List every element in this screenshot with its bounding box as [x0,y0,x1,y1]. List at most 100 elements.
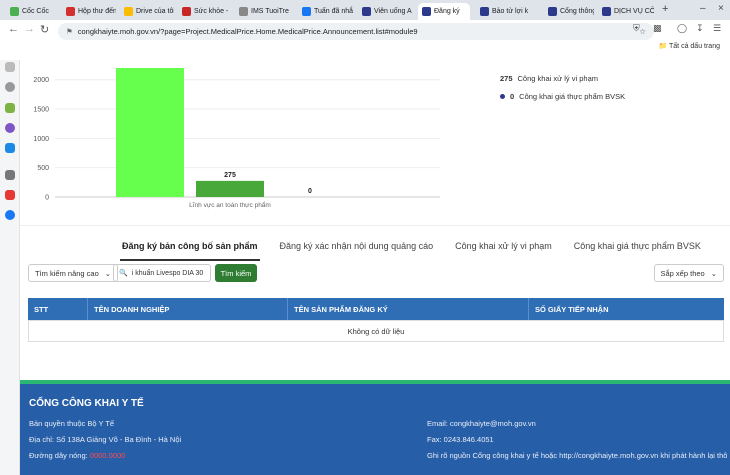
legend-count: 0 [510,92,515,101]
site-footer: CỔNG CÔNG KHAI Y TẾ Bản quyền thuộc Bộ Y… [20,380,730,475]
download-icon[interactable]: ↧ [696,23,704,34]
module-tabs: Đăng ký bản công bố sản phẩm Đăng ký xác… [120,235,703,261]
chart-legend: 275 Công khai xử lý vi phạm 0 Công khai gi… [500,74,625,110]
column-header-certificate[interactable]: SỐ GIẤY TIẾP NHẬN [529,298,724,320]
chevron-down-icon: ⌄ [104,268,112,278]
tab-product-registration[interactable]: Đăng ký bản công bố sản phẩm [120,235,260,261]
tab-violation-disclosure[interactable]: Công khai xử lý vi phạm [453,235,554,261]
apps-icon[interactable] [5,62,15,72]
tab-label: Đăng ký [434,8,460,15]
bar-chart-svg: 0 500 1000 1500 2000 275 0 Lĩnh vực an toàn thự… [33,68,440,209]
extensions-icon[interactable]: ▩ [653,23,662,34]
legend-dot-icon [500,94,505,99]
footer-fax: Fax: 0243.846.4051 [427,435,494,444]
tab-label: Bảo tử lợi k [492,8,529,15]
y-tick-label: 500 [37,165,49,172]
divider [20,225,730,226]
tab-favicon-icon [10,7,19,16]
y-tick-label: 1500 [33,107,49,114]
search-icon: 🔍 [119,270,128,277]
address-bar[interactable]: ⚑ congkhaiyte.moh.gov.vn/?page=Project.M… [58,23,654,40]
statistics-chart: 0 500 1000 1500 2000 275 0 Lĩnh vực an toàn thự… [20,60,480,220]
data-label: 275 [224,172,236,179]
ai-icon[interactable] [5,103,15,113]
site-info-icon[interactable]: ⚑ [66,27,73,36]
advanced-search-label: Tìm kiếm nâng cao [35,268,99,278]
bar [116,68,184,197]
history-icon[interactable] [5,82,15,92]
all-bookmarks-label: Tất cả dấu trang [669,43,720,50]
tab-label: IMS TuoiTre [251,8,289,15]
tab-label: DỊCH VỤ CÔ [614,8,654,15]
footer-hotline: Đường dây nóng: 0000.0000 [29,451,125,460]
shield-icon[interactable]: ⛨ [633,23,640,34]
close-window-icon[interactable]: × [718,3,724,14]
search-input[interactable]: 🔍 i khuẩn Livespo DIA 30 [113,264,211,282]
advanced-search-select[interactable]: Tìm kiếm nâng cao ⌄ [28,264,119,282]
minimize-icon[interactable]: – [700,3,706,14]
browser-tab[interactable]: Cốc Cốc [6,3,58,20]
browser-tab[interactable]: Bảo tử lợi k [476,3,538,20]
hotline-value[interactable]: 0000.0000 [90,451,125,460]
column-header-stt[interactable]: STT [28,298,88,320]
results-table: STT TÊN DOANH NGHIỆP TÊN SẢN PHẨM ĐĂNG K… [28,298,724,342]
browser-tab[interactable]: IMS TuoiTre [235,3,295,20]
footer-email[interactable]: Email: congkhaiyte@moh.gov.vn [427,419,536,428]
legend-text: Công khai xử lý vi phạm [517,74,598,83]
youtube-icon[interactable] [5,190,15,200]
search-button[interactable]: Tìm kiếm [215,264,257,282]
bookmark-star-icon[interactable]: ☆ [639,27,646,36]
browser-tab[interactable]: Đăng ký [418,3,470,20]
column-header-company[interactable]: TÊN DOANH NGHIỆP [88,298,288,320]
tab-label: Cổng thông [560,8,594,15]
table-header: STT TÊN DOANH NGHIỆP TÊN SẢN PHẨM ĐĂNG K… [28,298,724,320]
tab-favicon-icon [66,7,75,16]
y-tick-label: 2000 [33,77,49,84]
tab-favicon-icon [602,7,611,16]
tab-label: Tuấn đã nhắ [314,8,354,15]
tab-price-disclosure[interactable]: Công khai giá thực phẩm BVSK [572,235,703,261]
browser-tab[interactable]: DỊCH VỤ CÔ [598,3,654,20]
messenger-icon[interactable] [5,123,15,133]
forward-icon[interactable]: → [24,23,35,35]
add-icon[interactable] [5,170,15,180]
tab-favicon-icon [124,7,133,16]
tab-advertising-confirmation[interactable]: Đăng ký xác nhận nội dung quảng cáo [278,235,436,261]
legend-item: 275 Công khai xử lý vi phạm [500,74,625,83]
tab-favicon-icon [362,7,371,16]
filter-row: Tìm kiếm nâng cao ⌄ 🔍 i khuẩn Livespo DI… [28,264,724,282]
footer-address: Địa chỉ: Số 138A Giảng Võ - Ba Đình - Hà… [29,435,182,444]
footer-copyright: Bản quyền thuộc Bộ Y Tế [29,419,115,428]
back-icon[interactable]: ← [8,23,19,35]
menu-icon[interactable]: ☰ [713,23,721,34]
legend-item: 0 Công khai giá thực phẩm BVSK [500,92,625,101]
tab-label: Drive của tôi [136,8,174,15]
browser-tab[interactable]: Cổng thông [544,3,594,20]
page-content: 0 500 1000 1500 2000 275 0 Lĩnh vực an toàn thự… [20,60,730,475]
footer-title: CỔNG CÔNG KHAI Y TẾ [29,398,144,409]
data-label: 0 [308,188,312,195]
empty-row: Không có dữ liệu [28,320,724,342]
reload-icon[interactable]: ↻ [40,23,49,36]
y-tick-label: 0 [45,195,49,202]
new-tab-icon[interactable]: + [662,3,668,15]
browser-tab[interactable]: Drive của tôi [120,3,174,20]
bar [196,180,264,197]
facebook-icon[interactable] [5,210,15,220]
browser-tab[interactable]: Tuấn đã nhắ [298,3,354,20]
tab-favicon-icon [239,7,248,16]
sort-label: Sắp xếp theo [660,268,705,278]
column-header-product[interactable]: TÊN SẢN PHẨM ĐĂNG KÝ [288,298,529,320]
profile-icon[interactable]: ◯ [677,23,687,34]
tab-label: Hộp thư đến [78,8,116,15]
browser-tab[interactable]: Hộp thư đến [62,3,116,20]
browser-tab[interactable]: Sức khỏe - [178,3,232,20]
sort-select[interactable]: Sắp xếp theo ⌄ [653,264,724,282]
hotline-label: Đường dây nóng: [29,451,88,460]
all-bookmarks[interactable]: 📁 Tất cả dấu trang [658,42,720,50]
search-input-value: i khuẩn Livespo DIA 30 [131,269,204,277]
browser-tab[interactable]: Viên uống A [358,3,414,20]
y-tick-label: 1000 [33,136,49,143]
tab-favicon-icon [480,7,489,16]
reader-icon[interactable] [5,143,15,153]
